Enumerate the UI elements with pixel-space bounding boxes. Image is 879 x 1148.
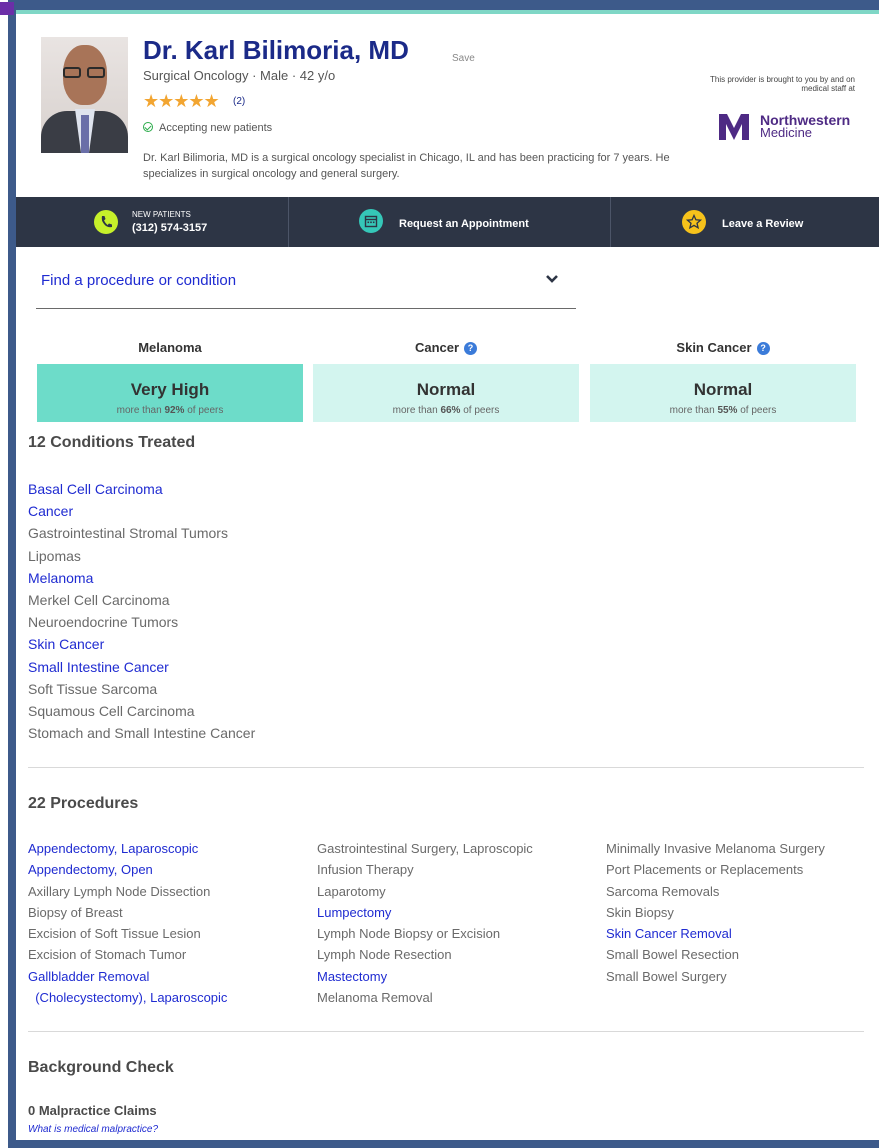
save-link[interactable]: Save <box>452 53 475 64</box>
call-new-patients-button[interactable]: NEW PATIENTS (312) 574-3157 <box>16 197 287 247</box>
procedure-appendectomy-open[interactable]: Appendectomy, Open <box>28 859 227 880</box>
procedure-lymph-node-biopsy-or-excision: Lymph Node Biopsy or Excision <box>317 926 501 942</box>
star-rating[interactable]: ★★★★★ <box>143 92 220 110</box>
procedure-skin-cancer-removal[interactable]: Skin Cancer Removal <box>606 923 825 944</box>
procedure-minimally-invasive-melanoma-surgery: Minimally Invasive Melanoma Surgery <box>606 841 825 856</box>
check-circle-icon <box>143 122 153 132</box>
procedures-column: Appendectomy, Laparoscopic Appendectomy, … <box>28 838 227 1008</box>
request-appointment-button[interactable]: Request an Appointment <box>288 197 610 247</box>
rating-box-melanoma: Very High more than 92% of peers <box>37 364 303 422</box>
rating-level: Normal <box>693 380 753 399</box>
search-underline <box>36 308 576 309</box>
section-divider <box>28 767 864 768</box>
procedure-excision-of-stomach-tumor: Excision of Stomach Tumor <box>28 947 187 963</box>
star-icon <box>682 210 706 234</box>
rating-name: Cancer <box>414 340 460 355</box>
request-appointment-label: Request an Appointment <box>399 218 529 230</box>
rating-peers: more than 92% of peers <box>116 405 224 416</box>
leave-review-label: Leave a Review <box>722 218 804 230</box>
rating-level: Normal <box>416 380 476 399</box>
rating-peers: more than 55% of peers <box>669 405 777 416</box>
provider-note: This provider is brought to you by and o… <box>710 75 855 93</box>
malpractice-info-link[interactable]: What is medical malpractice? <box>28 1124 158 1135</box>
calendar-icon <box>359 209 383 233</box>
condition-squamous-cell-carcinoma: Squamous Cell Carcinoma <box>28 703 195 720</box>
condition-melanoma[interactable]: Melanoma <box>28 567 255 589</box>
procedure-axillary-lymph-node-dissection: Axillary Lymph Node Dissection <box>28 883 211 899</box>
procedure-biopsy-of-breast: Biopsy of Breast <box>28 904 123 920</box>
procedure-sarcoma-removals: Sarcoma Removals <box>606 883 720 899</box>
procedure-lumpectomy[interactable]: Lumpectomy <box>317 902 533 923</box>
logo-line-2: Medicine <box>760 125 813 140</box>
conditions-list: Basal Cell Carcinoma Cancer Gastrointestin… <box>28 478 255 744</box>
procedure-excision-of-soft-tissue-lesion: Excision of Soft Tissue Lesion <box>28 926 201 942</box>
rating-header-melanoma: Melanoma <box>37 340 303 355</box>
chevron-down-icon[interactable] <box>545 273 559 285</box>
condition-stomach-and-small-intestine-cancer: Stomach and Small Intestine Cancer <box>28 725 256 742</box>
accepting-label: Accepting new patients <box>159 122 273 134</box>
condition-soft-tissue-sarcoma: Soft Tissue Sarcoma <box>28 680 158 697</box>
doctor-photo <box>41 37 128 153</box>
phone-number: (312) 574-3157 <box>132 222 208 234</box>
procedure-gastrointestinal-surgery-laproscopic: Gastrointestinal Surgery, Laproscopic <box>317 841 533 856</box>
help-icon[interactable]: ? <box>756 342 770 355</box>
procedures-title: 22 Procedures <box>28 795 139 812</box>
condition-merkel-cell-carcinoma: Merkel Cell Carcinoma <box>28 592 170 609</box>
rating-box-cancer: Normal more than 66% of peers <box>313 364 579 422</box>
rating-box-skin-cancer: Normal more than 55% of peers <box>590 364 856 422</box>
phone-icon <box>94 210 118 234</box>
procedure-mastectomy[interactable]: Mastectomy <box>317 966 533 987</box>
procedure-melanoma-removal: Melanoma Removal <box>317 990 433 1006</box>
procedure-small-bowel-surgery: Small Bowel Surgery <box>606 968 727 984</box>
doctor-specialty-line: Surgical Oncology · Male · 42 y/o <box>143 68 336 83</box>
procedure-search-input[interactable]: Find a procedure or condition <box>41 272 236 289</box>
condition-basal-cell-carcinoma[interactable]: Basal Cell Carcinoma <box>28 478 255 500</box>
condition-small-intestine-cancer[interactable]: Small Intestine Cancer <box>28 656 255 678</box>
conditions-title: 12 Conditions Treated <box>28 434 196 451</box>
condition-neuroendocrine-tumors: Neuroendocrine Tumors <box>28 614 179 631</box>
leave-review-button[interactable]: Leave a Review <box>610 197 879 247</box>
procedure-skin-biopsy: Skin Biopsy <box>606 904 674 920</box>
new-patients-label: NEW PATIENTS <box>132 210 191 219</box>
procedure-gallbladder-removal[interactable]: Gallbladder Removal <box>28 966 227 987</box>
background-check-title: Background Check <box>28 1059 174 1076</box>
procedure-port-placements-or-replacements: Port Placements or Replacements <box>606 862 804 878</box>
window-top-border <box>8 0 879 14</box>
rating-header-skin-cancer: Skin Cancer? <box>590 340 856 356</box>
help-icon[interactable]: ? <box>464 342 478 355</box>
malpractice-claims: 0 Malpractice Claims <box>28 1103 157 1118</box>
condition-cancer[interactable]: Cancer <box>28 500 255 522</box>
procedure-infusion-therapy: Infusion Therapy <box>317 862 414 878</box>
review-count-link[interactable]: (2) <box>233 96 245 107</box>
procedure-lymph-node-resection: Lymph Node Resection <box>317 947 452 963</box>
rating-header-cancer: Cancer? <box>313 340 579 356</box>
accepting-status: Accepting new patients <box>143 121 272 134</box>
rating-name: Skin Cancer <box>676 340 752 355</box>
doctor-bio: Dr. Karl Bilimoria, MD is a surgical onc… <box>143 152 670 180</box>
window-bottom-border <box>8 1140 879 1148</box>
condition-lipomas: Lipomas <box>28 547 81 564</box>
rating-level: Very High <box>130 380 210 399</box>
window-left-border <box>0 0 16 1148</box>
procedure-laparotomy: Laparotomy <box>317 883 386 899</box>
action-bar: NEW PATIENTS (312) 574-3157 Request an A… <box>16 197 879 247</box>
procedure-small-bowel-resection: Small Bowel Resection <box>606 947 739 963</box>
condition-skin-cancer[interactable]: Skin Cancer <box>28 633 255 655</box>
doctor-name: Dr. Karl Bilimoria, MD <box>143 35 409 65</box>
section-divider <box>28 1031 864 1032</box>
rating-peers: more than 66% of peers <box>392 405 500 416</box>
condition-gastrointestinal-stromal-tumors: Gastrointestinal Stromal Tumors <box>28 525 228 542</box>
procedure-cholecystectomy-laparoscopic[interactable]: (Cholecystectomy), Laparoscopic <box>28 987 227 1008</box>
procedure-appendectomy-laparoscopic[interactable]: Appendectomy, Laparoscopic <box>28 838 227 859</box>
nm-logo-mark-icon <box>719 114 749 140</box>
procedures-column: Minimally Invasive Melanoma Surgery Port … <box>606 838 825 987</box>
procedures-column: Gastrointestinal Surgery, Laproscopic Inf… <box>317 838 533 1008</box>
rating-name: Melanoma <box>138 340 202 355</box>
